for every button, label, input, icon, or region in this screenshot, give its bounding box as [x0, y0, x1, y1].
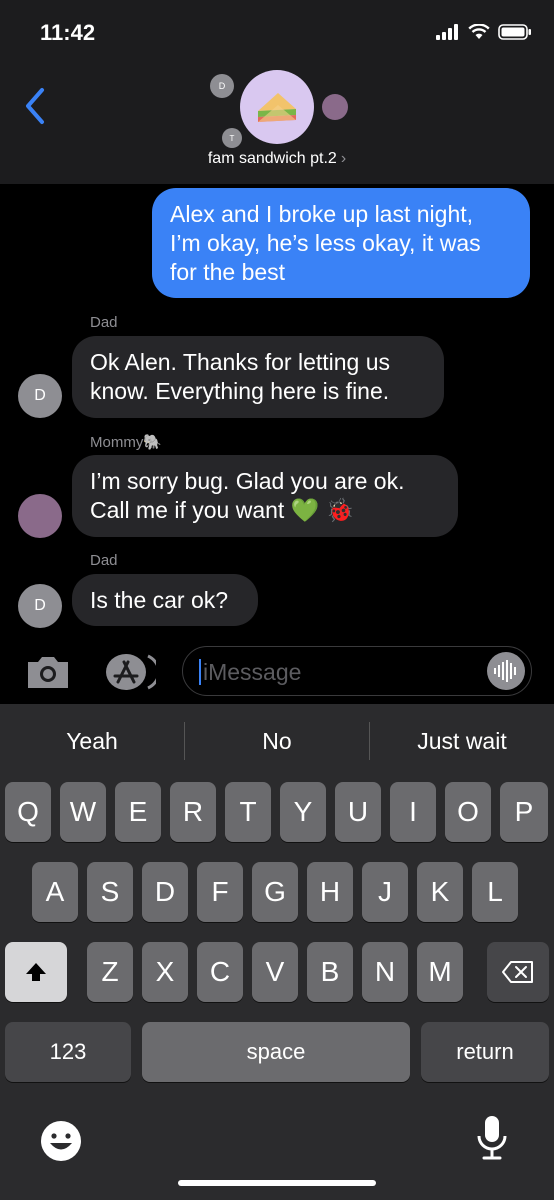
conversation-header: 11:42 D T fam sandwich pt.2 › — [0, 0, 554, 184]
key-n[interactable]: N — [362, 942, 408, 1002]
app-store-icon[interactable] — [104, 652, 156, 692]
key-j[interactable]: J — [362, 862, 408, 922]
status-icons — [436, 24, 532, 40]
message-line: know. Everything here is fine. — [90, 378, 390, 404]
camera-icon[interactable] — [24, 654, 72, 690]
received-message[interactable]: Ok Alen. Thanks for letting us know. Eve… — [72, 336, 444, 418]
member-avatar-d: D — [210, 74, 234, 98]
received-message[interactable]: Is the car ok? — [72, 574, 258, 626]
key-p[interactable]: P — [500, 782, 548, 842]
home-indicator — [178, 1180, 376, 1186]
waveform-icon — [494, 660, 516, 682]
key-h[interactable]: H — [307, 862, 353, 922]
chevron-right-icon: › — [340, 150, 347, 167]
key-z[interactable]: Z — [87, 942, 133, 1002]
group-avatar[interactable] — [240, 70, 314, 144]
key-k[interactable]: K — [417, 862, 463, 922]
suggestion-bar: Yeah No Just wait — [0, 704, 554, 778]
key-a[interactable]: A — [32, 862, 78, 922]
back-chevron-icon[interactable] — [20, 86, 50, 126]
sender-avatar[interactable]: D — [18, 374, 62, 418]
group-name[interactable]: fam sandwich pt.2 › — [0, 150, 554, 168]
sender-avatar[interactable]: D — [18, 584, 62, 628]
microphone-icon[interactable] — [474, 1114, 510, 1162]
return-key[interactable]: return — [421, 1022, 549, 1082]
sender-name: Dad — [90, 314, 118, 331]
suggestion-item[interactable]: No — [185, 704, 369, 778]
message-line: Ok Alen. Thanks for letting us — [90, 349, 391, 375]
battery-icon — [498, 24, 531, 40]
key-g[interactable]: G — [252, 862, 298, 922]
key-y[interactable]: Y — [280, 782, 326, 842]
key-x[interactable]: X — [142, 942, 188, 1002]
sender-name: Mommy🐘 — [90, 434, 163, 451]
key-q[interactable]: Q — [5, 782, 51, 842]
message-line: Alex and I broke up last night, — [170, 201, 474, 227]
key-r[interactable]: R — [170, 782, 216, 842]
message-line: I’m sorry bug. Glad you are ok. — [90, 468, 405, 494]
key-c[interactable]: C — [197, 942, 243, 1002]
input-bar: iMessage — [0, 640, 554, 704]
suggestion-item[interactable]: Just wait — [370, 704, 554, 778]
key-i[interactable]: I — [390, 782, 436, 842]
key-v[interactable]: V — [252, 942, 298, 1002]
key-l[interactable]: L — [472, 862, 518, 922]
key-b[interactable]: B — [307, 942, 353, 1002]
member-avatar-t: T — [222, 128, 242, 148]
message-input[interactable]: iMessage — [182, 646, 532, 696]
key-e[interactable]: E — [115, 782, 161, 842]
key-o[interactable]: O — [445, 782, 491, 842]
sandwich-icon — [258, 93, 296, 122]
group-name-label: fam sandwich pt.2 — [207, 150, 337, 167]
shift-arrow-icon — [26, 963, 46, 981]
key-t[interactable]: T — [225, 782, 271, 842]
received-message[interactable]: I’m sorry bug. Glad you are ok. Call me … — [72, 455, 458, 537]
text-cursor — [199, 659, 201, 685]
suggestion-item[interactable]: Yeah — [0, 704, 184, 778]
backspace-icon — [502, 961, 533, 983]
key-f[interactable]: F — [197, 862, 243, 922]
message-line: I’m okay, he’s less okay, it was — [170, 230, 481, 256]
shift-key[interactable] — [5, 942, 67, 1002]
message-line: for the best — [170, 259, 286, 285]
sender-avatar-photo[interactable] — [18, 494, 62, 538]
member-avatar-photo — [322, 94, 348, 120]
emoji-icon[interactable] — [40, 1120, 82, 1162]
sent-message[interactable]: Alex and I broke up last night, I’m okay… — [152, 188, 530, 298]
key-m[interactable]: M — [417, 942, 463, 1002]
key-w[interactable]: W — [60, 782, 106, 842]
message-line: Call me if you want 💚 🐞 — [90, 497, 355, 523]
sender-name: Dad — [90, 552, 118, 569]
key-d[interactable]: D — [142, 862, 188, 922]
message-placeholder: iMessage — [203, 659, 302, 685]
key-s[interactable]: S — [87, 862, 133, 922]
numbers-key[interactable]: 123 — [5, 1022, 131, 1082]
key-u[interactable]: U — [335, 782, 381, 842]
status-time: 11:42 — [40, 20, 96, 45]
message-line: Is the car ok? — [90, 587, 229, 613]
signal-icon — [436, 24, 458, 40]
keyboard: Yeah No Just wait Q W E R T Y U I O P A … — [0, 704, 554, 1200]
space-key[interactable]: space — [142, 1022, 410, 1082]
wifi-icon — [468, 24, 490, 39]
audio-message-button[interactable] — [487, 652, 525, 690]
delete-key[interactable] — [487, 942, 549, 1002]
